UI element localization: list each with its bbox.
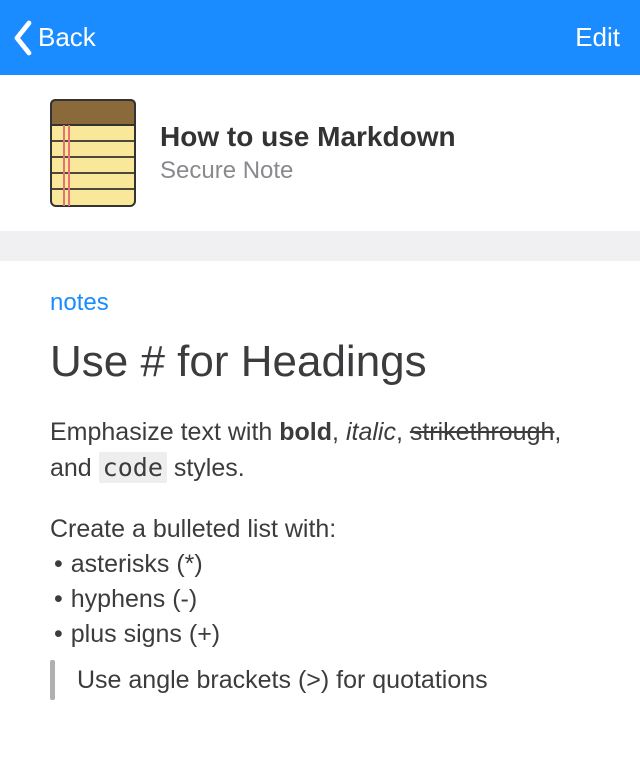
back-label: Back	[38, 22, 96, 53]
italic-sample: italic	[346, 418, 396, 446]
notepad-icon	[50, 99, 136, 207]
strike-sample: strikethrough	[410, 418, 555, 446]
edit-button[interactable]: Edit	[575, 22, 628, 53]
blockquote-bar	[50, 660, 55, 700]
list-intro: Create a bulleted list with:	[50, 512, 590, 547]
back-button[interactable]: Back	[12, 20, 96, 56]
bold-sample: bold	[279, 418, 332, 446]
note-header: How to use Markdown Secure Note	[0, 75, 640, 231]
markdown-heading: Use # for Headings	[50, 337, 590, 387]
emphasis-sep: ,	[332, 418, 346, 446]
section-label: notes	[50, 289, 590, 317]
title-block: How to use Markdown Secure Note	[160, 121, 456, 185]
emphasis-pre: Emphasize text with	[50, 418, 279, 446]
bullet-list: asterisks (*) hyphens (-) plus signs (+)	[50, 547, 590, 652]
chevron-left-icon	[12, 20, 34, 56]
code-sample: code	[99, 452, 167, 483]
note-title: How to use Markdown	[160, 121, 456, 153]
emphasis-post: styles.	[167, 454, 245, 482]
list-item: plus signs (+)	[50, 617, 590, 652]
blockquote: Use angle brackets (>) for quotations	[50, 660, 590, 700]
note-subtitle: Secure Note	[160, 157, 456, 185]
blockquote-text: Use angle brackets (>) for quotations	[77, 666, 488, 695]
section-divider	[0, 231, 640, 261]
emphasis-text: Emphasize text with bold, italic, strike…	[50, 415, 590, 486]
emphasis-sep: ,	[396, 418, 410, 446]
navbar: Back Edit	[0, 0, 640, 75]
note-content: notes Use # for Headings Emphasize text …	[0, 261, 640, 700]
list-item: asterisks (*)	[50, 547, 590, 582]
list-item: hyphens (-)	[50, 582, 590, 617]
